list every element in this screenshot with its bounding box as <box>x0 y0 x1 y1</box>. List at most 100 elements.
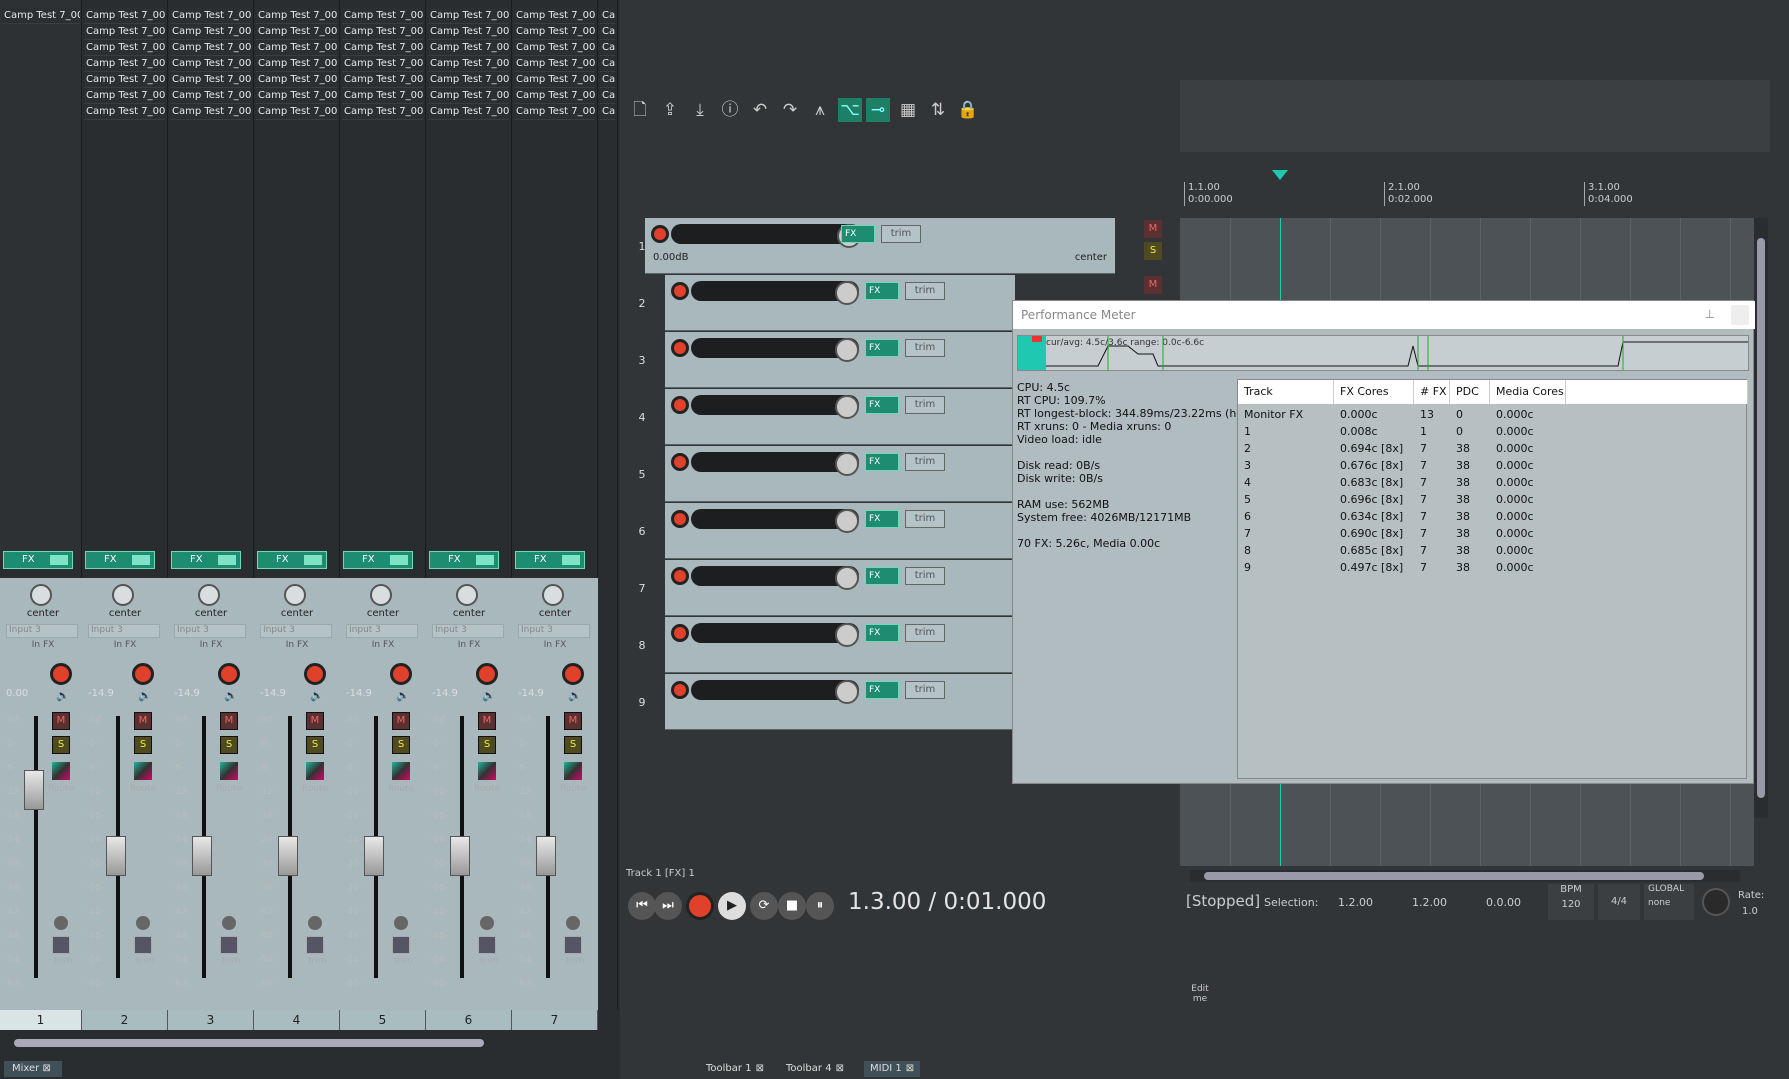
fx-slot[interactable]: Cam <box>600 8 615 24</box>
record-arm-button[interactable] <box>671 339 689 357</box>
track-header[interactable]: FX trim <box>665 275 1015 331</box>
close-icon[interactable] <box>1731 305 1749 325</box>
trim-button[interactable]: trim <box>905 510 945 528</box>
fx-button[interactable]: FX <box>865 681 899 699</box>
trim-button[interactable]: trim <box>905 339 945 357</box>
route-icon[interactable] <box>564 762 582 780</box>
table-row[interactable]: 5 0.696c [8x] 7 38 0.000c <box>1238 493 1748 510</box>
volume-readout[interactable]: -14.9 <box>346 688 372 699</box>
repeat-button[interactable]: ⟳ <box>750 892 778 920</box>
volume-slider[interactable] <box>691 680 859 704</box>
rate-knob[interactable] <box>1702 888 1730 916</box>
pan-knob[interactable] <box>370 584 392 606</box>
bottom-tab[interactable]: Toolbar 1 ⊠ <box>700 1061 770 1077</box>
width-knob[interactable] <box>136 916 150 930</box>
table-row[interactable]: 4 0.683c [8x] 7 38 0.000c <box>1238 476 1748 493</box>
trim-button[interactable]: trim <box>905 567 945 585</box>
volume-fader[interactable] <box>106 836 126 876</box>
volume-fader[interactable] <box>364 836 384 876</box>
volume-slider[interactable] <box>691 395 859 419</box>
solo-button[interactable]: S <box>220 736 238 754</box>
fx-slot[interactable]: Camp Test 7_00! <box>256 56 337 72</box>
fx-slot[interactable]: Camp Test 7_00! <box>342 72 423 88</box>
pan-knob[interactable] <box>456 584 478 606</box>
track-header[interactable]: FX trim <box>665 503 1015 559</box>
fx-slot[interactable]: Camp Test 7_00! <box>84 88 165 104</box>
pan-knob[interactable] <box>30 584 52 606</box>
record-arm-button[interactable] <box>132 663 154 685</box>
trim-icon[interactable] <box>52 936 70 954</box>
record-button[interactable] <box>686 892 714 920</box>
fx-slot[interactable]: Camp Test 7_00! <box>514 72 595 88</box>
record-arm-button[interactable] <box>562 663 584 685</box>
fx-button[interactable]: FX <box>171 551 241 569</box>
fx-slot[interactable]: Camp Test 7_00! <box>428 56 509 72</box>
volume-fader[interactable] <box>192 836 212 876</box>
mute-button[interactable]: M <box>478 712 496 730</box>
trim-icon[interactable] <box>564 936 582 954</box>
input-select[interactable]: Input 3 <box>6 624 78 638</box>
mute-button[interactable]: M <box>564 712 582 730</box>
arrange-vscroll-thumb[interactable] <box>1757 238 1765 798</box>
track-number[interactable]: 2 <box>632 297 652 310</box>
undo-icon[interactable]: ↶ <box>748 98 772 122</box>
fx-slot[interactable]: Camp Test 7_00! <box>428 40 509 56</box>
fx-slot[interactable]: Cam <box>600 104 615 120</box>
pause-button[interactable]: ⏸ <box>806 892 834 920</box>
fx-slot[interactable]: Camp Test 7_00! <box>342 8 423 24</box>
fx-button[interactable]: FX <box>515 551 585 569</box>
volume-slider[interactable] <box>671 224 861 248</box>
fx-slot[interactable]: Camp Test 7_00! <box>514 24 595 40</box>
track-number[interactable]: 9 <box>632 696 652 709</box>
close-icon[interactable]: ⊠ <box>756 1063 764 1074</box>
fx-slot[interactable]: Camp Test 7_00! <box>428 72 509 88</box>
new-project-icon[interactable]: 🗋 <box>628 98 652 122</box>
mute-button[interactable]: M <box>306 712 324 730</box>
mixer-scroll-thumb[interactable] <box>14 1039 484 1047</box>
route-icon[interactable] <box>220 762 238 780</box>
route-icon[interactable] <box>306 762 324 780</box>
fx-slot[interactable]: Camp Test 7_00! <box>428 88 509 104</box>
fx-button[interactable]: FX <box>3 551 73 569</box>
metronome-icon[interactable]: ⩚ <box>808 98 832 122</box>
save-project-icon[interactable]: ⤓ <box>688 98 712 122</box>
fx-slot[interactable]: Camp Test 7_00! <box>428 24 509 40</box>
trim-button[interactable]: trim <box>905 453 945 471</box>
fx-slot[interactable]: Camp Test 7_00! <box>256 88 337 104</box>
track-number[interactable]: 8 <box>632 639 652 652</box>
fx-slot[interactable]: Camp Test 7_00! <box>170 88 251 104</box>
playhead-marker[interactable] <box>1272 170 1288 180</box>
volume-slider[interactable] <box>691 509 859 533</box>
width-knob[interactable] <box>222 916 236 930</box>
record-arm-button[interactable] <box>671 624 689 642</box>
fx-slot[interactable]: Camp Test 7_00! <box>514 88 595 104</box>
record-arm-button[interactable] <box>651 225 669 243</box>
record-arm-button[interactable] <box>671 453 689 471</box>
volume-fader[interactable] <box>24 770 44 810</box>
pan-knob[interactable] <box>198 584 220 606</box>
fx-slot[interactable]: Camp Test 7_00! <box>84 40 165 56</box>
fx-button[interactable]: FX <box>343 551 413 569</box>
bpm-box[interactable]: BPM 120 <box>1548 884 1594 920</box>
volume-readout[interactable]: -14.9 <box>518 688 544 699</box>
mute-button[interactable]: M <box>52 712 70 730</box>
open-project-icon[interactable]: ⇪ <box>658 98 682 122</box>
volume-fader[interactable] <box>278 836 298 876</box>
rate-value[interactable]: 1.0 <box>1742 906 1758 917</box>
trim-button[interactable]: trim <box>905 282 945 300</box>
input-select[interactable]: Input 3 <box>260 624 332 638</box>
trim-icon[interactable] <box>134 936 152 954</box>
redo-icon[interactable]: ↷ <box>778 98 802 122</box>
fx-button[interactable]: FX <box>257 551 327 569</box>
volume-fader[interactable] <box>450 836 470 876</box>
record-arm-button[interactable] <box>390 663 412 685</box>
trim-button[interactable]: trim <box>881 225 921 243</box>
solo-button[interactable]: S <box>392 736 410 754</box>
arrange-hscroll-thumb[interactable] <box>1204 872 1704 880</box>
trim-icon[interactable] <box>478 936 496 954</box>
trim-icon[interactable] <box>392 936 410 954</box>
record-arm-button[interactable] <box>476 663 498 685</box>
fx-button[interactable]: FX <box>865 396 899 414</box>
input-select[interactable]: Input 3 <box>432 624 504 638</box>
strip-number[interactable]: 2 <box>82 1010 168 1030</box>
